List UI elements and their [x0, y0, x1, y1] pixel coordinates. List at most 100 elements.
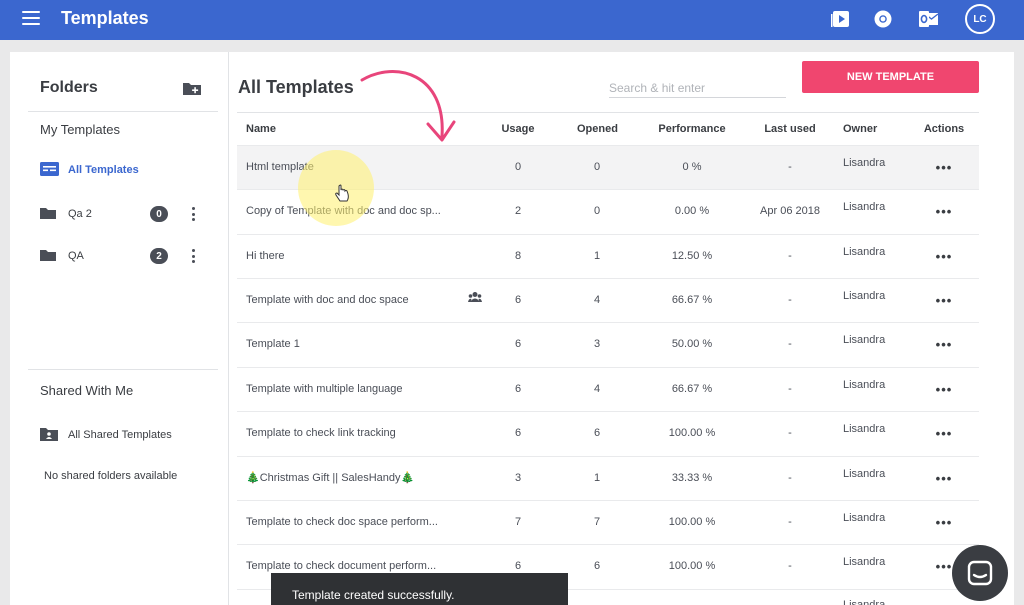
last-used-cell: - — [788, 427, 792, 439]
row-actions-button[interactable]: ••• — [923, 279, 965, 322]
template-name[interactable]: Template with doc and doc space — [246, 279, 409, 322]
chat-icon — [967, 560, 993, 586]
outlook-icon[interactable] — [918, 8, 940, 30]
no-shared-message: No shared folders available — [44, 470, 178, 482]
usage-cell: 6 — [514, 427, 522, 439]
last-used-cell: - — [788, 250, 792, 262]
table-row[interactable]: 🎄Christmas Gift || SalesHandy🎄 3 1 33.33… — [237, 456, 979, 500]
row-actions-button[interactable]: ••• — [923, 146, 965, 189]
last-used-cell: - — [788, 161, 792, 173]
menu-icon[interactable] — [22, 11, 40, 25]
owner-cell: Lisandra — [843, 379, 886, 391]
sidebar-item-all-shared[interactable]: All Shared Templates — [40, 424, 210, 446]
usage-cell: 6 — [514, 294, 522, 306]
shared-group-icon — [468, 279, 482, 322]
avatar[interactable]: LC — [965, 4, 995, 34]
sidebar-divider — [228, 52, 229, 605]
shared-with-me-label: Shared With Me — [40, 383, 134, 398]
column-header-last-used[interactable]: Last used — [750, 113, 830, 145]
row-actions-button[interactable]: ••• — [923, 190, 965, 233]
folder-icon — [40, 207, 56, 222]
owner-cell: Lisandra — [843, 246, 886, 258]
opened-cell: 1 — [593, 250, 601, 262]
last-used-cell: - — [788, 560, 792, 572]
owner-cell: Lisandra — [843, 334, 886, 346]
row-actions-button[interactable]: ••• — [923, 235, 965, 278]
opened-cell: 6 — [593, 560, 601, 572]
top-bar: Templates LC — [0, 0, 1024, 40]
add-folder-icon[interactable] — [182, 80, 202, 96]
sidebar-item-folder[interactable]: Qa 2 0 — [40, 203, 210, 225]
opened-cell: 4 — [593, 383, 601, 395]
owner-cell: Lisandra — [843, 512, 886, 524]
last-used-cell: - — [788, 516, 792, 528]
column-header-owner[interactable]: Owner — [843, 113, 877, 145]
usage-cell: 8 — [514, 250, 522, 262]
sidebar-item-folder[interactable]: QA 2 — [40, 245, 210, 267]
sidebar-item-label: All Templates — [68, 164, 139, 176]
column-header-opened[interactable]: Opened — [577, 113, 618, 145]
table-row[interactable]: Template with multiple language 6 4 66.6… — [237, 367, 979, 411]
performance-cell: 0 % — [682, 161, 702, 173]
usage-cell: 3 — [514, 472, 522, 484]
row-actions-button[interactable]: ••• — [923, 412, 965, 455]
row-actions-button[interactable]: ••• — [923, 457, 965, 500]
template-name[interactable]: 🎄Christmas Gift || SalesHandy🎄 — [246, 457, 414, 500]
row-actions-button[interactable]: ••• — [923, 368, 965, 411]
template-name[interactable]: Template 1 — [246, 323, 300, 366]
owner-cell: Lisandra — [843, 157, 886, 169]
folders-title: Folders — [40, 79, 98, 96]
opened-cell: 0 — [593, 205, 601, 217]
row-actions-button[interactable]: ••• — [923, 323, 965, 366]
opened-cell: 1 — [593, 472, 601, 484]
more-options-icon[interactable] — [190, 249, 196, 263]
chrome-icon[interactable] — [872, 8, 894, 30]
template-name[interactable]: Template with multiple language — [246, 368, 403, 411]
column-header-name[interactable]: Name — [246, 113, 276, 145]
opened-cell: 0 — [593, 161, 601, 173]
row-actions-button[interactable]: ••• — [923, 501, 965, 544]
performance-cell: 100.00 % — [668, 560, 716, 572]
column-header-performance[interactable]: Performance — [647, 113, 737, 145]
owner-cell: Lisandra — [843, 423, 886, 435]
table-header: Name Usage Opened Performance Last used … — [237, 112, 979, 145]
divider — [28, 369, 218, 370]
opened-cell: 4 — [593, 294, 601, 306]
hand-cursor-icon — [335, 184, 349, 202]
search-input[interactable] — [609, 78, 786, 98]
table-row[interactable]: Hi there 8 1 12.50 % - Lisandra ••• — [237, 234, 979, 278]
table-row[interactable]: Html template 0 0 0 % - Lisandra ••• — [237, 145, 979, 189]
shared-folder-icon — [40, 427, 58, 444]
table-row[interactable]: Template with doc and doc space 6 4 66.6… — [237, 278, 979, 322]
table-row[interactable]: Template to check doc space perform... 7… — [237, 500, 979, 544]
chat-button[interactable] — [952, 545, 1008, 601]
column-header-usage[interactable]: Usage — [500, 113, 536, 145]
table-row[interactable]: Template 1 6 3 50.00 % - Lisandra ••• — [237, 322, 979, 366]
sidebar-item-label: All Shared Templates — [68, 429, 172, 441]
performance-cell: 66.67 % — [671, 383, 713, 395]
annotation-arrow-icon — [360, 70, 456, 142]
last-used-cell: - — [788, 294, 792, 306]
opened-cell: 6 — [593, 427, 601, 439]
new-template-button[interactable]: NEW TEMPLATE — [802, 61, 979, 93]
my-templates-label: My Templates — [40, 122, 120, 137]
usage-cell: 6 — [514, 383, 522, 395]
table-row[interactable]: Template to check link tracking 6 6 100.… — [237, 411, 979, 455]
video-icon[interactable] — [830, 8, 852, 30]
template-name[interactable]: Hi there — [246, 235, 285, 278]
usage-cell: 2 — [514, 205, 522, 217]
column-header-actions: Actions — [923, 123, 965, 135]
last-used-cell: Apr 06 2018 — [760, 205, 820, 217]
more-options-icon[interactable] — [190, 207, 196, 221]
template-name[interactable]: Template to check link tracking — [246, 412, 396, 455]
template-name[interactable]: Template to check doc space perform... — [246, 501, 438, 544]
owner-cell: Lisandra — [843, 290, 886, 302]
template-list-icon — [40, 161, 60, 179]
divider — [28, 111, 218, 112]
last-used-cell: - — [788, 338, 792, 350]
last-used-cell: - — [788, 472, 792, 484]
template-name[interactable]: Html template — [246, 146, 314, 189]
sidebar-item-all-templates[interactable]: All Templates — [40, 159, 210, 181]
usage-cell: 0 — [514, 161, 522, 173]
page-title: All Templates — [238, 77, 354, 97]
